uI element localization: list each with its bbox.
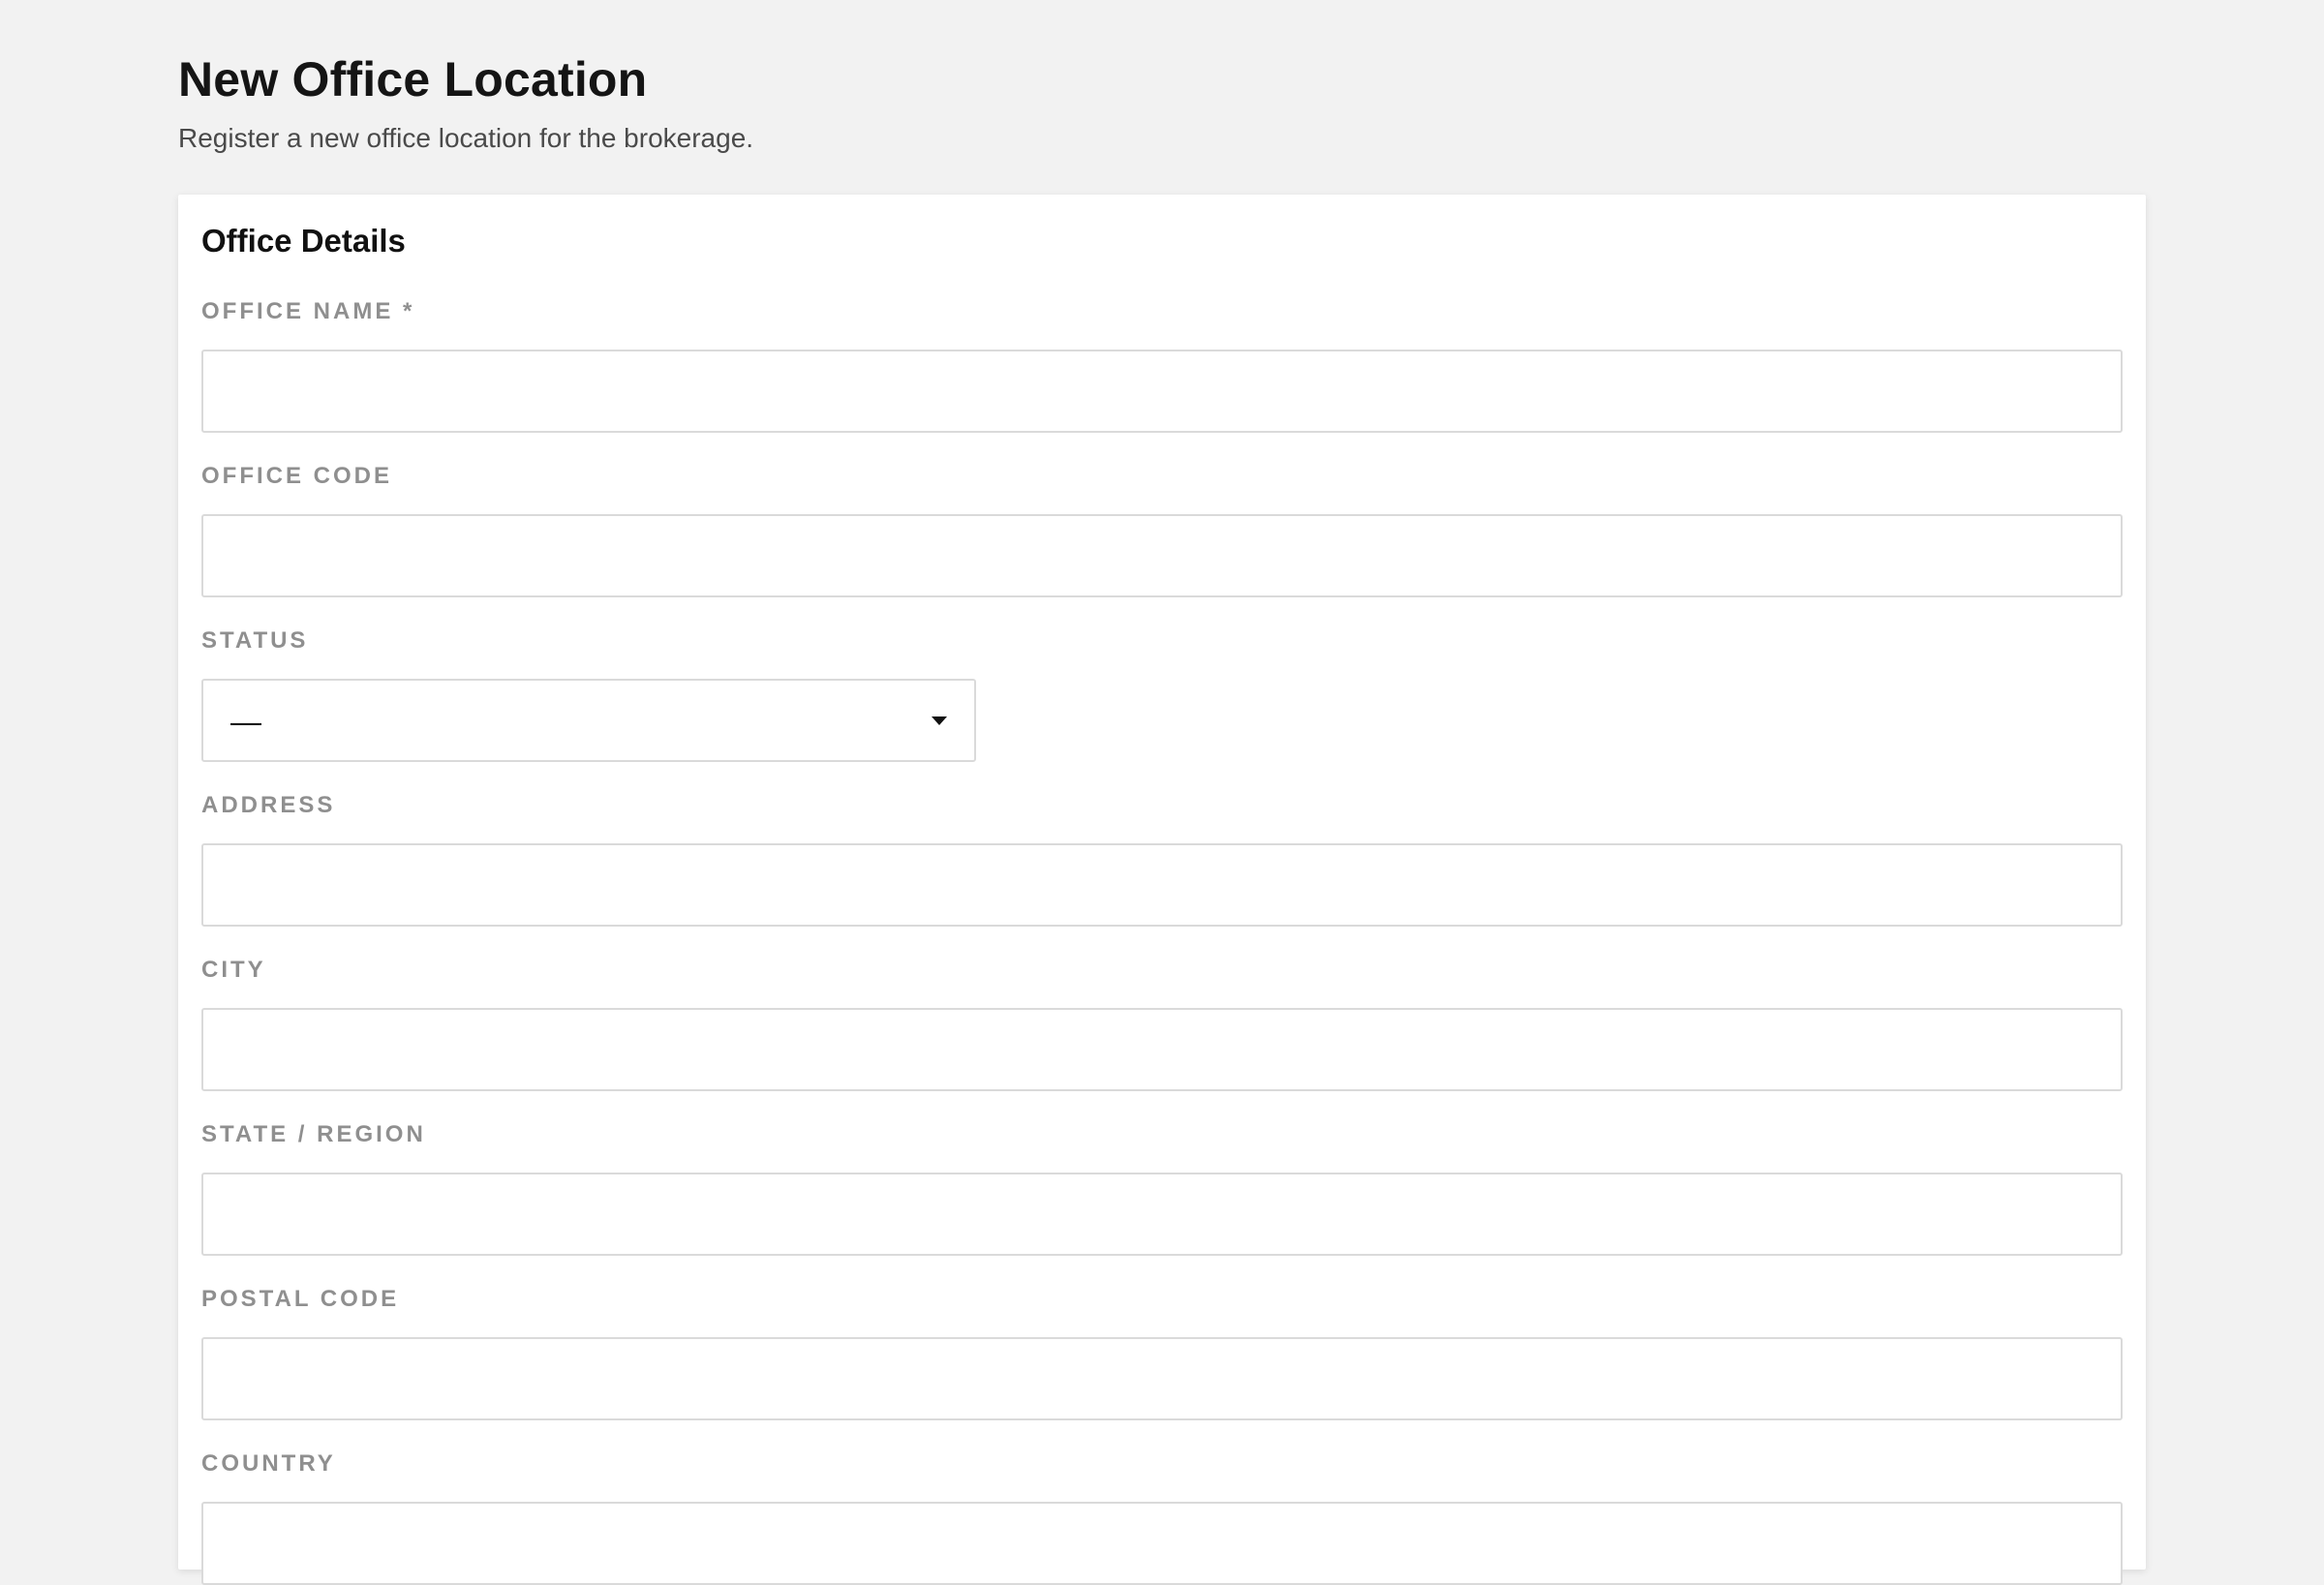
country-field: COUNTRY [201, 1449, 2123, 1585]
office-details-card: Office Details OFFICE NAME * OFFICE CODE… [178, 195, 2146, 1585]
office-code-label: OFFICE CODE [201, 463, 393, 489]
page-header: New Office Location Register a new offic… [178, 50, 753, 155]
status-label: STATUS [201, 627, 309, 654]
country-input[interactable] [201, 1502, 2123, 1585]
address-input[interactable] [201, 843, 2123, 927]
office-name-field: OFFICE NAME * [201, 297, 2123, 433]
state-region-label: STATE / REGION [201, 1121, 426, 1147]
status-select[interactable]: — [201, 679, 976, 762]
page-subtitle: Register a new office location for the b… [178, 123, 754, 153]
card-title: Office Details [201, 223, 406, 259]
page-title: New Office Location [178, 52, 648, 107]
postal-code-input[interactable] [201, 1337, 2123, 1420]
city-label: CITY [201, 957, 266, 983]
postal-code-label: POSTAL CODE [201, 1286, 400, 1312]
state-region-input[interactable] [201, 1173, 2123, 1256]
state-region-field: STATE / REGION [201, 1120, 2123, 1256]
postal-code-field: POSTAL CODE [201, 1285, 2123, 1420]
country-label: COUNTRY [201, 1450, 336, 1477]
address-label: ADDRESS [201, 792, 336, 818]
city-field: CITY [201, 956, 2123, 1091]
office-code-field: OFFICE CODE [201, 462, 2123, 597]
status-field: STATUS — [201, 626, 976, 762]
office-name-label: OFFICE NAME * [201, 298, 415, 324]
city-input[interactable] [201, 1008, 2123, 1091]
caret-down-icon [932, 716, 947, 725]
address-field: ADDRESS [201, 791, 2123, 927]
office-name-input[interactable] [201, 350, 2123, 433]
status-selected-value: — [230, 704, 261, 739]
office-code-input[interactable] [201, 514, 2123, 597]
